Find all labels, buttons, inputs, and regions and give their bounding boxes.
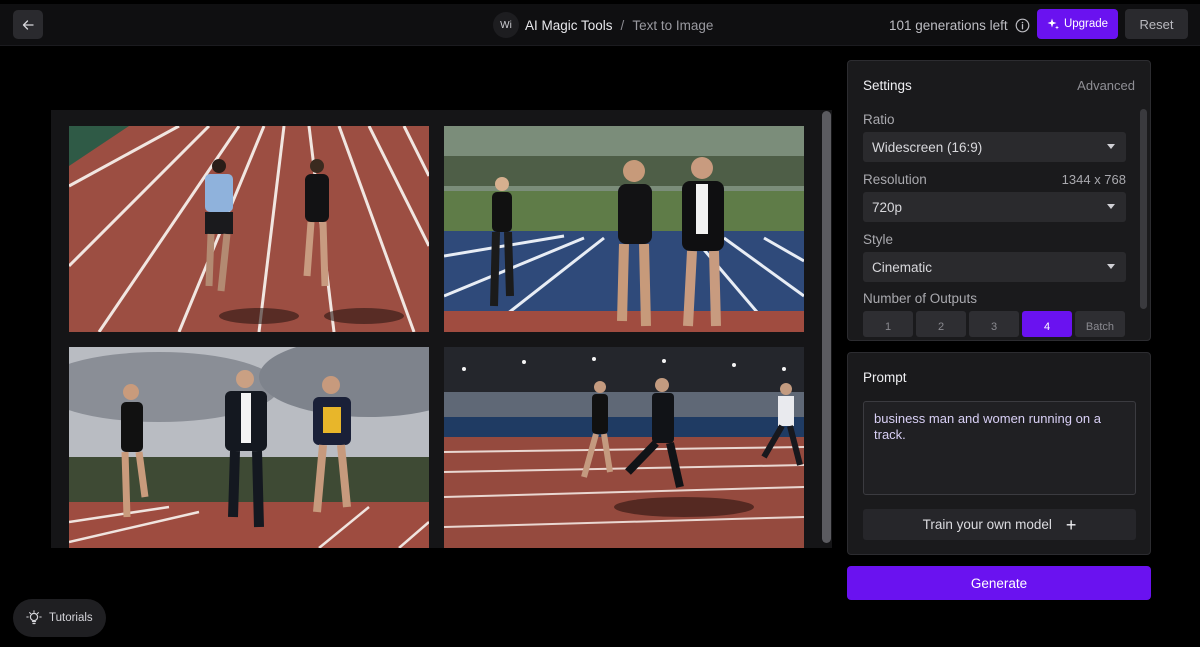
info-icon[interactable]	[1015, 18, 1030, 33]
top-bar: Wi AI Magic Tools / Text to Image 101 ge…	[0, 4, 1200, 46]
chevron-down-icon	[1107, 144, 1115, 149]
prompt-panel: Prompt business man and women running on…	[847, 352, 1151, 555]
generated-image-2[interactable]	[444, 126, 804, 332]
gallery-scrollbar-thumb[interactable]	[822, 111, 831, 543]
resolution-value: 720p	[872, 199, 903, 215]
generations-left-text: 101 generations left	[889, 17, 1008, 33]
settings-title: Settings	[863, 78, 912, 93]
generated-image-3[interactable]	[69, 347, 429, 548]
breadcrumb-separator: /	[620, 17, 625, 33]
style-label: Style	[863, 232, 894, 247]
reset-button[interactable]: Reset	[1125, 9, 1188, 39]
breadcrumb-page: Text to Image	[632, 17, 714, 33]
chevron-down-icon	[1107, 264, 1115, 269]
outputs-option-batch[interactable]: Batch	[1075, 311, 1125, 337]
resolution-dimensions: 1344 x 768	[1061, 172, 1126, 187]
gallery-scrollbar[interactable]	[822, 111, 831, 543]
upgrade-label: Upgrade	[1063, 18, 1109, 30]
ratio-select[interactable]: Widescreen (16:9)	[863, 132, 1126, 162]
app-badge: Wi	[493, 12, 519, 38]
plus-icon: +	[1065, 514, 1077, 535]
tutorials-button[interactable]: Tutorials	[13, 599, 106, 637]
train-model-label: Train your own model	[922, 517, 1052, 532]
train-model-button[interactable]: Train your own model +	[863, 509, 1136, 540]
chevron-down-icon	[1107, 204, 1115, 209]
outputs-option-4[interactable]: 4	[1022, 311, 1072, 337]
style-value: Cinematic	[872, 259, 933, 275]
settings-scrollbar[interactable]	[1140, 109, 1147, 309]
prompt-title: Prompt	[863, 370, 907, 385]
generated-image-1[interactable]	[69, 126, 429, 332]
outputs-option-2[interactable]: 2	[916, 311, 966, 337]
arrow-left-icon	[22, 19, 34, 30]
upgrade-button[interactable]: Upgrade	[1037, 9, 1118, 39]
prompt-input[interactable]: business man and women running on a trac…	[863, 401, 1136, 495]
outputs-label: Number of Outputs	[863, 291, 978, 306]
generations-counter: 101 generations left	[889, 4, 1030, 46]
sparkle-icon	[1047, 18, 1059, 30]
advanced-link[interactable]: Advanced	[1077, 78, 1135, 93]
outputs-option-3[interactable]: 3	[969, 311, 1019, 337]
generated-image-4[interactable]	[444, 347, 804, 548]
resolution-select[interactable]: 720p	[863, 192, 1126, 222]
lightbulb-icon	[26, 610, 42, 625]
outputs-selector: 1 2 3 4 Batch	[863, 311, 1125, 337]
back-button[interactable]	[13, 10, 43, 39]
ratio-label: Ratio	[863, 112, 895, 127]
style-select[interactable]: Cinematic	[863, 252, 1126, 282]
image-gallery	[51, 110, 832, 548]
tutorials-label: Tutorials	[49, 612, 93, 624]
outputs-option-1[interactable]: 1	[863, 311, 913, 337]
breadcrumb-app[interactable]: AI Magic Tools	[525, 18, 613, 33]
generate-button[interactable]: Generate	[847, 566, 1151, 600]
settings-panel: Settings Advanced Ratio Widescreen (16:9…	[847, 60, 1151, 341]
ratio-value: Widescreen (16:9)	[872, 139, 983, 155]
resolution-label: Resolution	[863, 172, 927, 187]
breadcrumb: Wi AI Magic Tools / Text to Image	[493, 4, 713, 46]
